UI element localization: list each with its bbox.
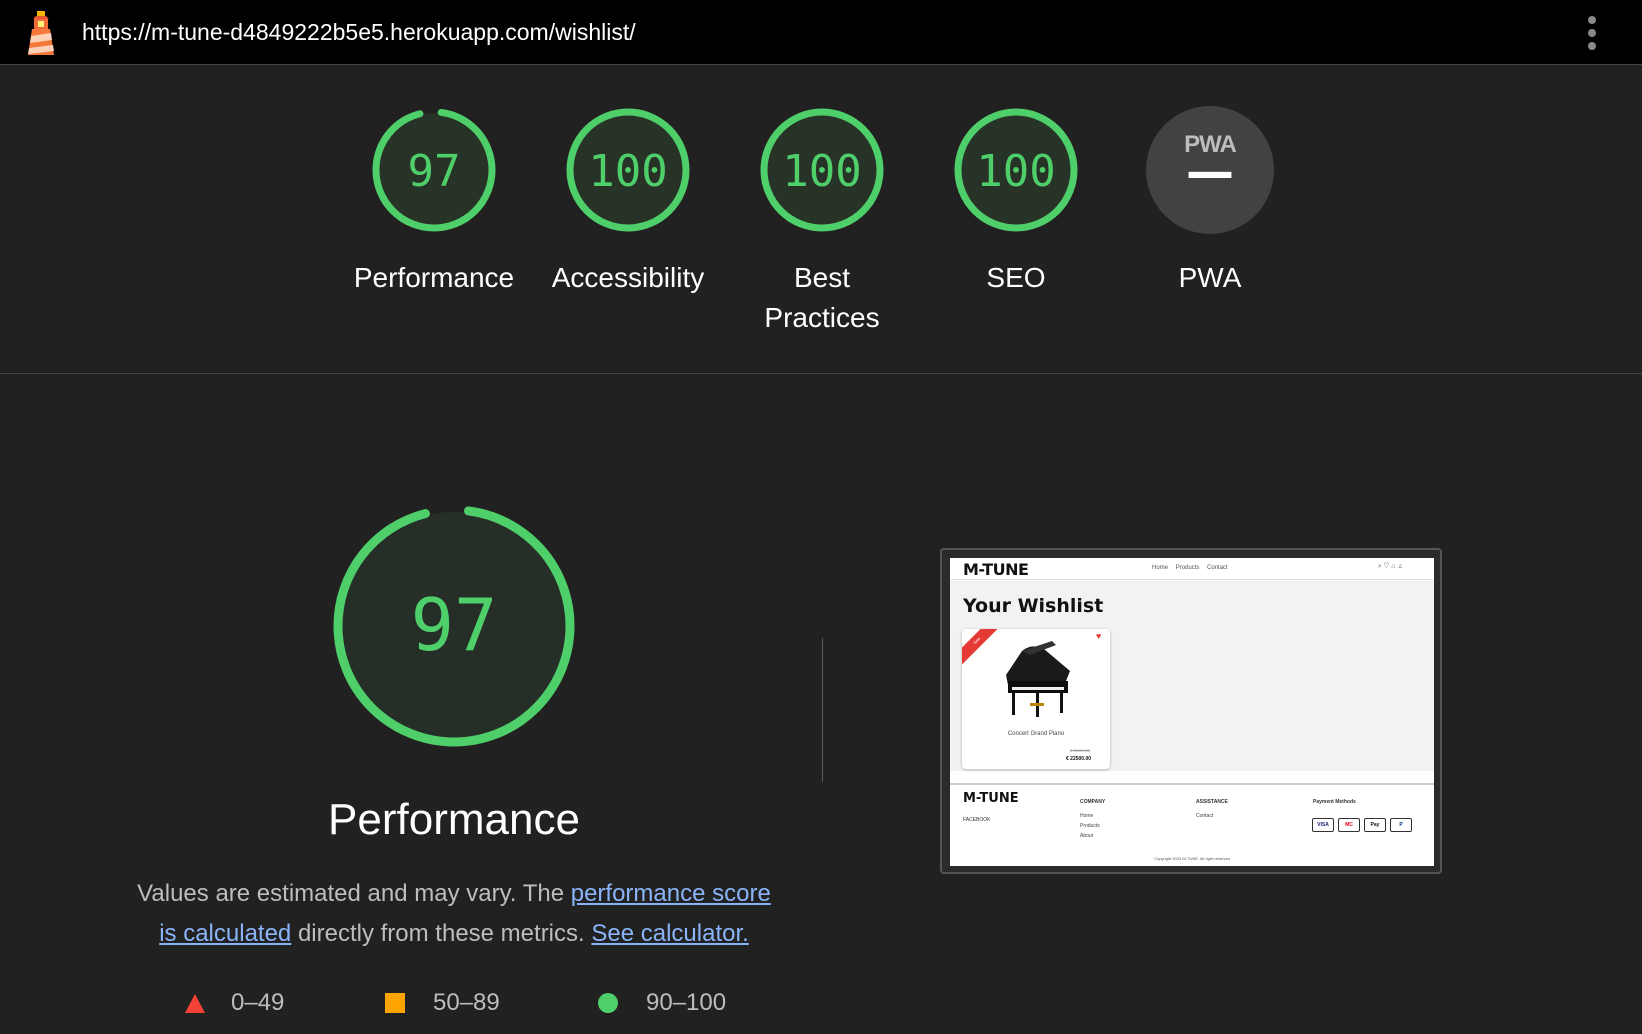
thumb-footer-assistance-heading: ASSISTANCE <box>1196 799 1228 805</box>
final-screenshot[interactable]: M-TUNE Home Products Contact ⌕♡⌂♙ Your W… <box>940 548 1442 874</box>
thumb-footer-company-links: Home Products About <box>1080 811 1100 841</box>
thumb-footer: M-TUNE FACEBOOK COMPANY Home Products Ab… <box>950 783 1434 866</box>
more-options-icon[interactable] <box>1582 14 1602 52</box>
thumb-footer-link-products: Products <box>1080 823 1100 829</box>
gauge-accessibility[interactable]: 100 Accessibility <box>528 104 728 298</box>
apple-pay-icon: Pay <box>1364 818 1386 832</box>
performance-label: Performance <box>353 262 515 293</box>
thumb-nav-links: Home Products Contact <box>1152 565 1234 571</box>
pwa-label: PWA <box>1178 262 1242 293</box>
performance-score: 97 <box>408 146 461 197</box>
best-practices-label-line2: Practices <box>764 302 880 333</box>
legend-average: 50–89 <box>385 986 500 1020</box>
grand-piano-image <box>1006 641 1070 717</box>
thumb-price: € 22500.00 <box>1066 756 1092 762</box>
pass-circle-icon <box>598 993 618 1013</box>
performance-main-score: 97 <box>411 583 498 667</box>
performance-description: Values are estimated and may vary. The p… <box>130 874 778 954</box>
divider <box>822 638 823 782</box>
legend-fail-label: 0–49 <box>231 989 285 1016</box>
gauge-pwa[interactable]: PWA — PWA <box>1110 104 1310 298</box>
page-url: https://m-tune-d4849222b5e5.herokuapp.co… <box>82 19 636 45</box>
performance-gauge-ring: 97 <box>372 108 496 232</box>
thumb-copyright: Copyright 2023 M-TUNE. All right reserve… <box>1154 856 1230 861</box>
paypal-icon: P <box>1390 818 1412 832</box>
fail-triangle-icon <box>185 993 205 1013</box>
seo-label: SEO <box>986 262 1046 293</box>
thumb-nav-home: Home <box>1152 565 1169 571</box>
gauge-best-practices[interactable]: 100 Best Practices <box>722 104 922 338</box>
thumb-footer-facebook: FACEBOOK <box>963 817 991 823</box>
legend-pass: 90–100 <box>598 986 726 1020</box>
top-bar: https://m-tune-d4849222b5e5.herokuapp.co… <box>0 0 1642 65</box>
thumb-nav-icons: ⌕♡⌂♙ <box>1378 563 1406 570</box>
best-practices-score: 100 <box>782 146 861 197</box>
average-square-icon <box>385 993 405 1013</box>
legend-average-label: 50–89 <box>433 989 500 1016</box>
thumb-footer-link-contact: Contact <box>1196 813 1214 819</box>
best-practices-label-line1: Best <box>793 262 851 293</box>
best-practices-gauge-ring: 100 <box>760 108 884 232</box>
performance-main-gauge: 97 <box>333 505 575 747</box>
pwa-score: — <box>1186 144 1234 200</box>
thumb-brand: M-TUNE <box>963 560 1029 579</box>
thumb-footer-payment-heading: Payment Methods <box>1313 799 1356 805</box>
thumb-footer-link-about: About <box>1080 833 1094 839</box>
mastercard-icon: MC <box>1338 818 1360 832</box>
gauge-performance[interactable]: 97 Performance <box>334 104 534 298</box>
seo-score: 100 <box>976 146 1055 197</box>
thumb-navbar: M-TUNE Home Products Contact ⌕♡⌂♙ <box>950 558 1434 580</box>
score-summary: 97 Performance 100 Accessibility 100 Bes… <box>0 66 1642 374</box>
lighthouse-icon <box>28 11 54 55</box>
screenshot-page: M-TUNE Home Products Contact ⌕♡⌂♙ Your W… <box>950 558 1434 866</box>
legend-fail: 0–49 <box>185 986 284 1020</box>
thumb-product-name: Concert Grand Piano <box>1007 731 1065 737</box>
gauge-seo[interactable]: 100 SEO <box>916 104 1116 298</box>
heart-icon: ♥ <box>1096 631 1102 641</box>
desc-text-1: Values are estimated and may vary. The <box>137 880 571 907</box>
thumb-nav-products: Products <box>1175 565 1200 571</box>
best-practices-label: Best Practices <box>722 258 922 338</box>
accessibility-label: Accessibility <box>551 262 705 293</box>
performance-main-title: Performance <box>328 795 580 844</box>
thumb-nav-contact: Contact <box>1207 565 1228 571</box>
thumb-product-card: Sale ♥ Concert Grand Piano € 25000.00 € … <box>962 629 1110 769</box>
thumb-heading: Your Wishlist <box>963 595 1104 617</box>
thumb-footer-company-heading: COMPANY <box>1080 799 1106 805</box>
thumb-footer-link-home: Home <box>1080 813 1094 819</box>
desc-text-2: directly from these metrics. <box>291 920 592 947</box>
thumb-footer-brand: M-TUNE <box>963 791 1019 806</box>
thumb-body: Your Wishlist Sale ♥ Concert Grand Piano… <box>950 581 1434 771</box>
legend-pass-label: 90–100 <box>646 989 727 1016</box>
pwa-badge: PWA — <box>1146 106 1274 234</box>
thumb-old-price: € 25000.00 <box>1070 748 1091 753</box>
seo-gauge-ring: 100 <box>954 108 1078 232</box>
see-calculator-link[interactable]: See calculator. <box>591 920 748 947</box>
accessibility-score: 100 <box>588 146 667 197</box>
accessibility-gauge-ring: 100 <box>566 108 690 232</box>
visa-icon: VISA <box>1312 818 1334 832</box>
